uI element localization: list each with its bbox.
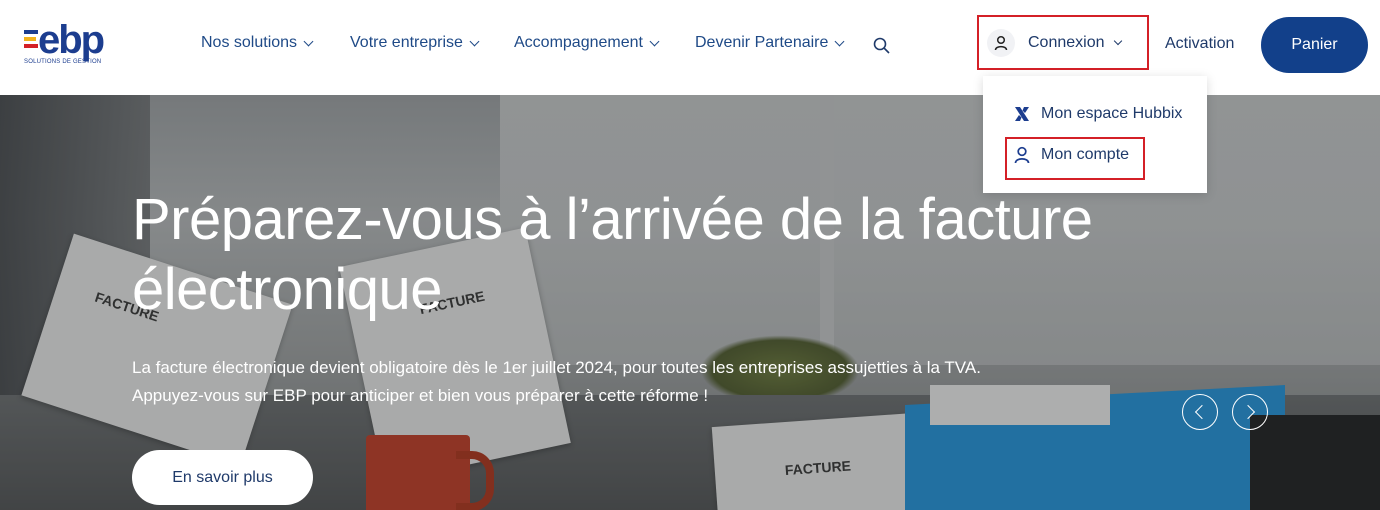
hero-description: La facture électronique devient obligato… [132, 354, 1132, 410]
connexion-button[interactable]: Connexion [977, 15, 1149, 70]
nav-item-label: Nos solutions [201, 34, 298, 51]
nav-item-label: Devenir Partenaire [695, 34, 829, 51]
nav-item-label: Votre entreprise [350, 34, 463, 51]
user-icon [987, 28, 1015, 57]
dropdown-item-mon-compte[interactable]: Mon compte [983, 142, 1207, 168]
dropdown-item-hubbix[interactable]: Mon espace Hubbix [983, 101, 1207, 127]
chevron-right-icon [1240, 404, 1256, 420]
chevron-down-icon [303, 36, 314, 46]
nav-item-votre-entreprise[interactable]: Votre entreprise [350, 34, 480, 52]
dropdown-item-label: Mon espace Hubbix [1041, 105, 1183, 122]
nav-item-label: Accompagnement [514, 34, 643, 51]
chevron-left-icon [1194, 404, 1210, 420]
carousel-next-button[interactable] [1232, 394, 1268, 430]
chevron-down-icon [834, 36, 845, 46]
hero-text-line2: Appuyez-vous sur EBP pour anticiper et b… [132, 386, 709, 405]
nav-item-devenir-partenaire[interactable]: Devenir Partenaire [695, 34, 845, 52]
chevron-down-icon [1113, 36, 1122, 45]
search-icon[interactable] [873, 37, 890, 54]
dropdown-item-label: Mon compte [1041, 146, 1130, 163]
activation-link[interactable]: Activation [1165, 35, 1234, 53]
chevron-down-icon [649, 36, 660, 46]
chevron-down-icon [469, 36, 480, 46]
connexion-dropdown: Mon espace Hubbix Mon compte [983, 76, 1207, 193]
en-savoir-plus-button[interactable]: En savoir plus [132, 450, 313, 505]
logo-text: ebp [38, 18, 105, 62]
ebp-logo[interactable]: ebp SOLUTIONS DE GESTION [24, 18, 120, 70]
panier-button[interactable]: Panier [1261, 17, 1368, 73]
nav-item-nos-solutions[interactable]: Nos solutions [201, 34, 314, 52]
user-icon [1014, 146, 1030, 164]
hero-text-line1: La facture électronique devient obligato… [132, 358, 981, 377]
carousel-prev-button[interactable] [1182, 394, 1218, 430]
nav-item-accompagnement[interactable]: Accompagnement [514, 34, 660, 52]
hubbix-icon [1015, 107, 1029, 121]
logo-subtitle: SOLUTIONS DE GESTION [24, 59, 102, 65]
logo-bars [24, 30, 38, 52]
hero-title: Préparez-vous à l’arrivée de la facture … [132, 187, 1093, 322]
connexion-label: Connexion [1028, 33, 1105, 51]
